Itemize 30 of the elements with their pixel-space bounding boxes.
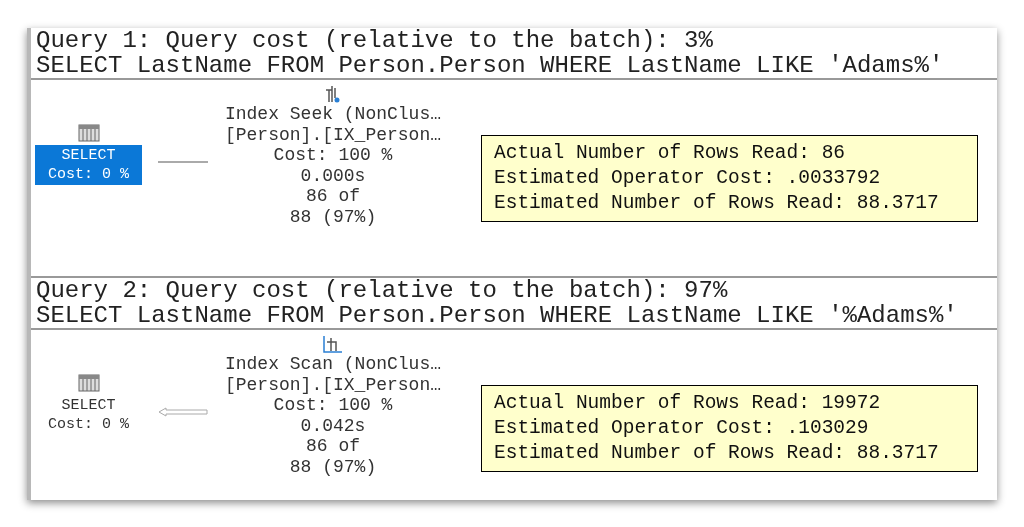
tooltip-line: Estimated Operator Cost: .0033792: [494, 166, 882, 191]
tooltip-line: Estimated Number of Rows Read: 88.3717: [494, 191, 940, 216]
operator-label: 0.042s: [300, 415, 366, 436]
table-icon[interactable]: [77, 124, 100, 142]
operator-label: [Person].[IX_Person…: [224, 124, 441, 145]
operator-label: Cost: 100 %: [273, 395, 393, 416]
sql-statement: SELECT LastName FROM Person.Person WHERE LastName LIKE '%Adams%': [36, 303, 959, 328]
operator-label: Cost: 100 %: [273, 145, 393, 166]
tooltip-line: Actual Number of Rows Read: 19972: [494, 391, 882, 416]
index-seek-icon[interactable]: [324, 84, 342, 104]
operator-label: 86 of: [306, 436, 360, 457]
operator-label: 0.000s: [300, 165, 366, 186]
tooltip-line: Estimated Operator Cost: .103029: [494, 416, 870, 441]
operator-label: Index Scan (NonClus…: [224, 354, 441, 375]
connector-arrow: [158, 407, 208, 417]
tooltip-line: Actual Number of Rows Read: 86: [494, 141, 847, 166]
select-node[interactable]: SELECT Cost: 0 %: [35, 395, 142, 435]
operator-label: 88 (97%): [289, 456, 377, 477]
operator-label: 86 of: [306, 186, 360, 207]
table-icon[interactable]: [77, 374, 100, 392]
tooltip-line: Estimated Number of Rows Read: 88.3717: [494, 441, 940, 466]
sql-statement: SELECT LastName FROM Person.Person WHERE LastName LIKE 'Adams%': [36, 53, 945, 78]
connector-line: [158, 161, 208, 163]
select-node[interactable]: SELECT Cost: 0 %: [35, 145, 142, 185]
query-cost-header: Query 2: Query cost (relative to the batch): 97%: [36, 278, 729, 303]
operator-label: Index Seek (NonClus…: [224, 104, 441, 125]
operator-label: [Person].[IX_Person…: [224, 374, 441, 395]
query-cost-header: Query 1: Query cost (relative to the batch): 3%: [36, 28, 714, 53]
operator-label: 88 (97%): [289, 206, 377, 227]
index-scan-icon[interactable]: [322, 334, 344, 354]
